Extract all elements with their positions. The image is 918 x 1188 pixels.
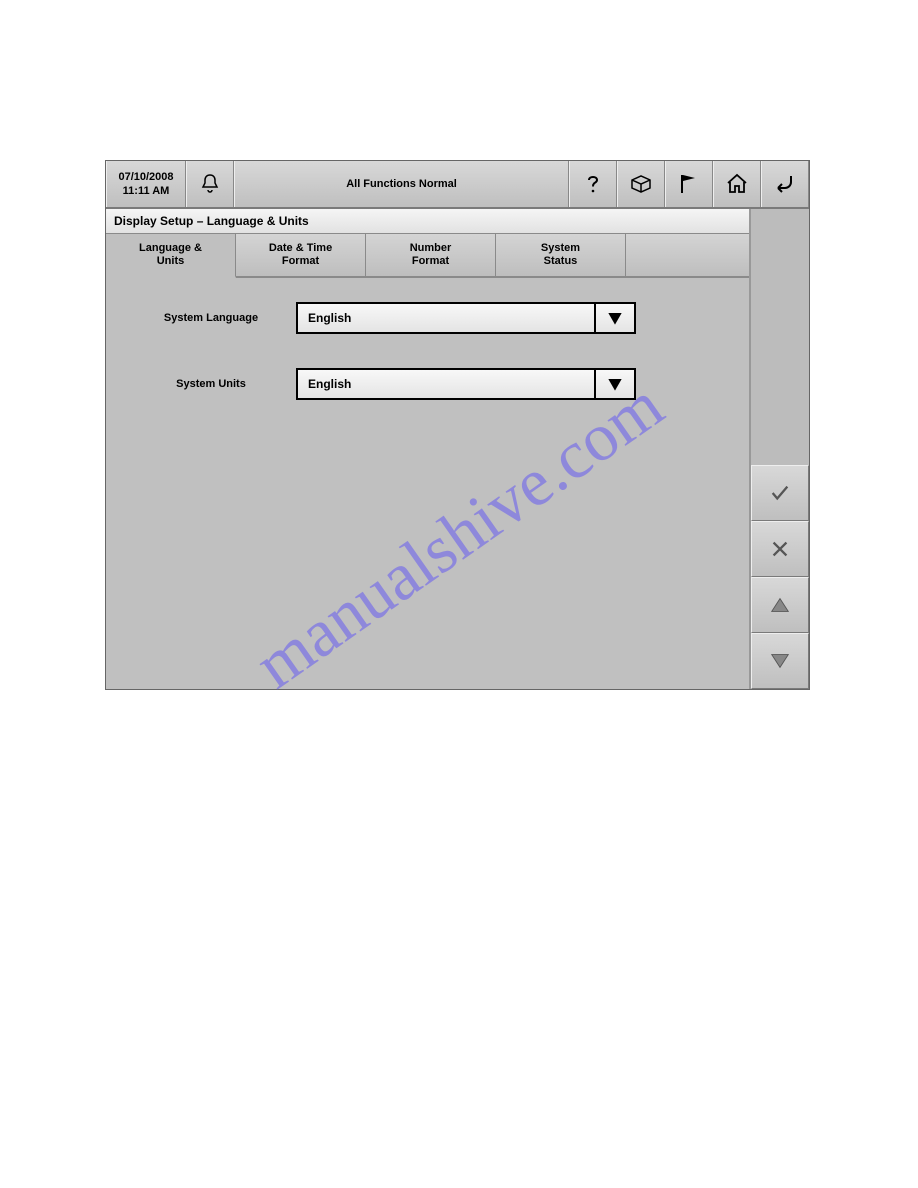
label-system-units: System Units — [126, 378, 296, 390]
console-window: 07/10/2008 11:11 AM All Functions Normal… — [105, 160, 810, 690]
topbar: 07/10/2008 11:11 AM All Functions Normal — [106, 161, 809, 209]
alarm-button[interactable] — [186, 161, 234, 207]
back-button[interactable] — [761, 161, 809, 207]
return-icon — [773, 172, 797, 196]
triangle-down-icon — [769, 650, 791, 672]
dropdown-arrow — [594, 304, 634, 332]
chevron-down-icon — [605, 374, 625, 394]
bell-icon — [198, 172, 222, 196]
question-icon — [581, 172, 605, 196]
dropdown-value: English — [298, 304, 594, 332]
tab-label-line: Status — [544, 255, 578, 267]
datetime-cell: 07/10/2008 11:11 AM — [106, 161, 186, 207]
print-button[interactable] — [617, 161, 665, 207]
tab-label-line: Format — [282, 255, 319, 267]
tab-datetime-format[interactable]: Date & Time Format — [236, 234, 366, 278]
sidebar-spacer — [751, 209, 809, 465]
flag-icon — [677, 172, 701, 196]
date-text: 07/10/2008 — [118, 170, 173, 184]
right-sidebar — [751, 209, 809, 689]
cancel-button[interactable] — [751, 521, 809, 577]
label-system-language: System Language — [126, 312, 296, 324]
row-system-units: System Units English — [126, 368, 729, 400]
dropdown-system-units[interactable]: English — [296, 368, 636, 400]
check-icon — [769, 482, 791, 504]
tab-label-line: System — [541, 242, 580, 254]
flag-button[interactable] — [665, 161, 713, 207]
tab-label-line: Units — [157, 255, 185, 267]
tab-bar: Language & Units Date & Time Format Numb… — [106, 234, 749, 278]
tab-gap — [626, 234, 749, 278]
form-area: System Language English System Units Eng… — [106, 278, 749, 689]
scroll-up-button[interactable] — [751, 577, 809, 633]
ok-button[interactable] — [751, 465, 809, 521]
chevron-down-icon — [605, 308, 625, 328]
home-icon — [725, 172, 749, 196]
body: Display Setup – Language & Units Languag… — [106, 209, 809, 689]
box-icon — [629, 172, 653, 196]
time-text: 11:11 AM — [123, 184, 170, 198]
dropdown-arrow — [594, 370, 634, 398]
tab-label-line: Date & Time — [269, 242, 332, 254]
dropdown-system-language[interactable]: English — [296, 302, 636, 334]
dropdown-value: English — [298, 370, 594, 398]
tab-label-line: Number — [410, 242, 452, 254]
home-button[interactable] — [713, 161, 761, 207]
help-button[interactable] — [569, 161, 617, 207]
status-text: All Functions Normal — [234, 161, 569, 207]
scroll-down-button[interactable] — [751, 633, 809, 689]
tab-number-format[interactable]: Number Format — [366, 234, 496, 278]
triangle-up-icon — [769, 594, 791, 616]
main-panel: Display Setup – Language & Units Languag… — [106, 209, 751, 689]
tab-label-line: Format — [412, 255, 449, 267]
row-system-language: System Language English — [126, 302, 729, 334]
tab-language-units[interactable]: Language & Units — [106, 234, 236, 278]
tab-system-status[interactable]: System Status — [496, 234, 626, 278]
tab-label-line: Language & — [139, 242, 202, 254]
breadcrumb: Display Setup – Language & Units — [106, 209, 749, 234]
x-icon — [769, 538, 791, 560]
